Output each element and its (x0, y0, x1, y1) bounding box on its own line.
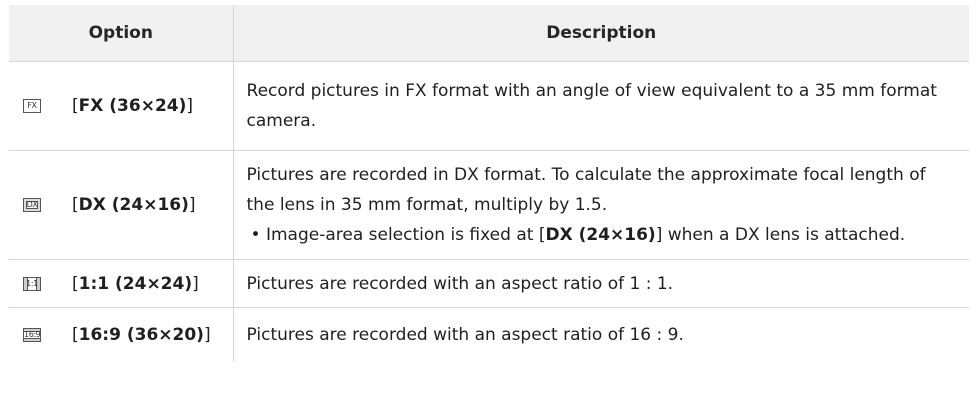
option-description: Record pictures in FX format with an ang… (232, 61, 970, 151)
bullet-note: • Image-area selection is fixed at [DX (… (247, 220, 958, 250)
option-name: [FX (36×24)] (57, 61, 234, 151)
note-text-bold: DX (24×16) (545, 225, 656, 245)
description-text: Pictures are recorded in DX format. To c… (246, 165, 926, 215)
option-description: Pictures are recorded with an aspect rat… (232, 259, 970, 308)
16-9-format-icon: 16:9 (23, 328, 41, 342)
table-header-row: Option Description (9, 5, 970, 62)
icon-cell: FX (9, 61, 57, 151)
note-text-after: ] when a DX lens is attached. (655, 225, 906, 245)
table-row: 16:9 [16:9 (36×20)] Pictures are recorde… (9, 307, 970, 363)
dx-format-icon: DX (23, 198, 41, 212)
icon-cell: 16:9 (9, 308, 57, 363)
option-name: [16:9 (36×20)] (72, 325, 211, 345)
table-row: DX [DX (24×16)] Pictures are recorded in… (9, 150, 970, 260)
icon-cell: DX (9, 150, 57, 260)
option-name-bold: DX (24×16) (78, 195, 189, 215)
description-column-header: Description (232, 5, 970, 62)
option-description: Pictures are recorded with an aspect rat… (232, 307, 970, 362)
bullet-dot: • (250, 225, 261, 245)
note-text-before: Image-area selection is fixed at [ (260, 225, 546, 245)
option-name-bold: 16:9 (36×20) (78, 325, 204, 345)
fx-format-icon: FX (23, 99, 41, 113)
option-column-header: Option (9, 5, 234, 62)
option-name-bold: 1:1 (24×24) (78, 273, 193, 294)
option-description: Pictures are recorded in DX format. To c… (232, 150, 970, 260)
option-name-bold: FX (36×24) (78, 96, 187, 116)
icon-cell: 1:1 (9, 259, 57, 308)
image-area-options-table: Option Description FX [FX (36×24)] Recor… (9, 5, 970, 363)
1-1-format-icon: 1:1 (23, 276, 41, 291)
option-name: [DX (24×16)] (57, 150, 234, 260)
table-row: FX [FX (36×24)] Record pictures in FX fo… (9, 61, 970, 151)
option-name: [1:1 (24×24)] (57, 259, 234, 308)
table-row: 1:1 [1:1 (24×24)] Pictures are recorded … (9, 259, 970, 308)
